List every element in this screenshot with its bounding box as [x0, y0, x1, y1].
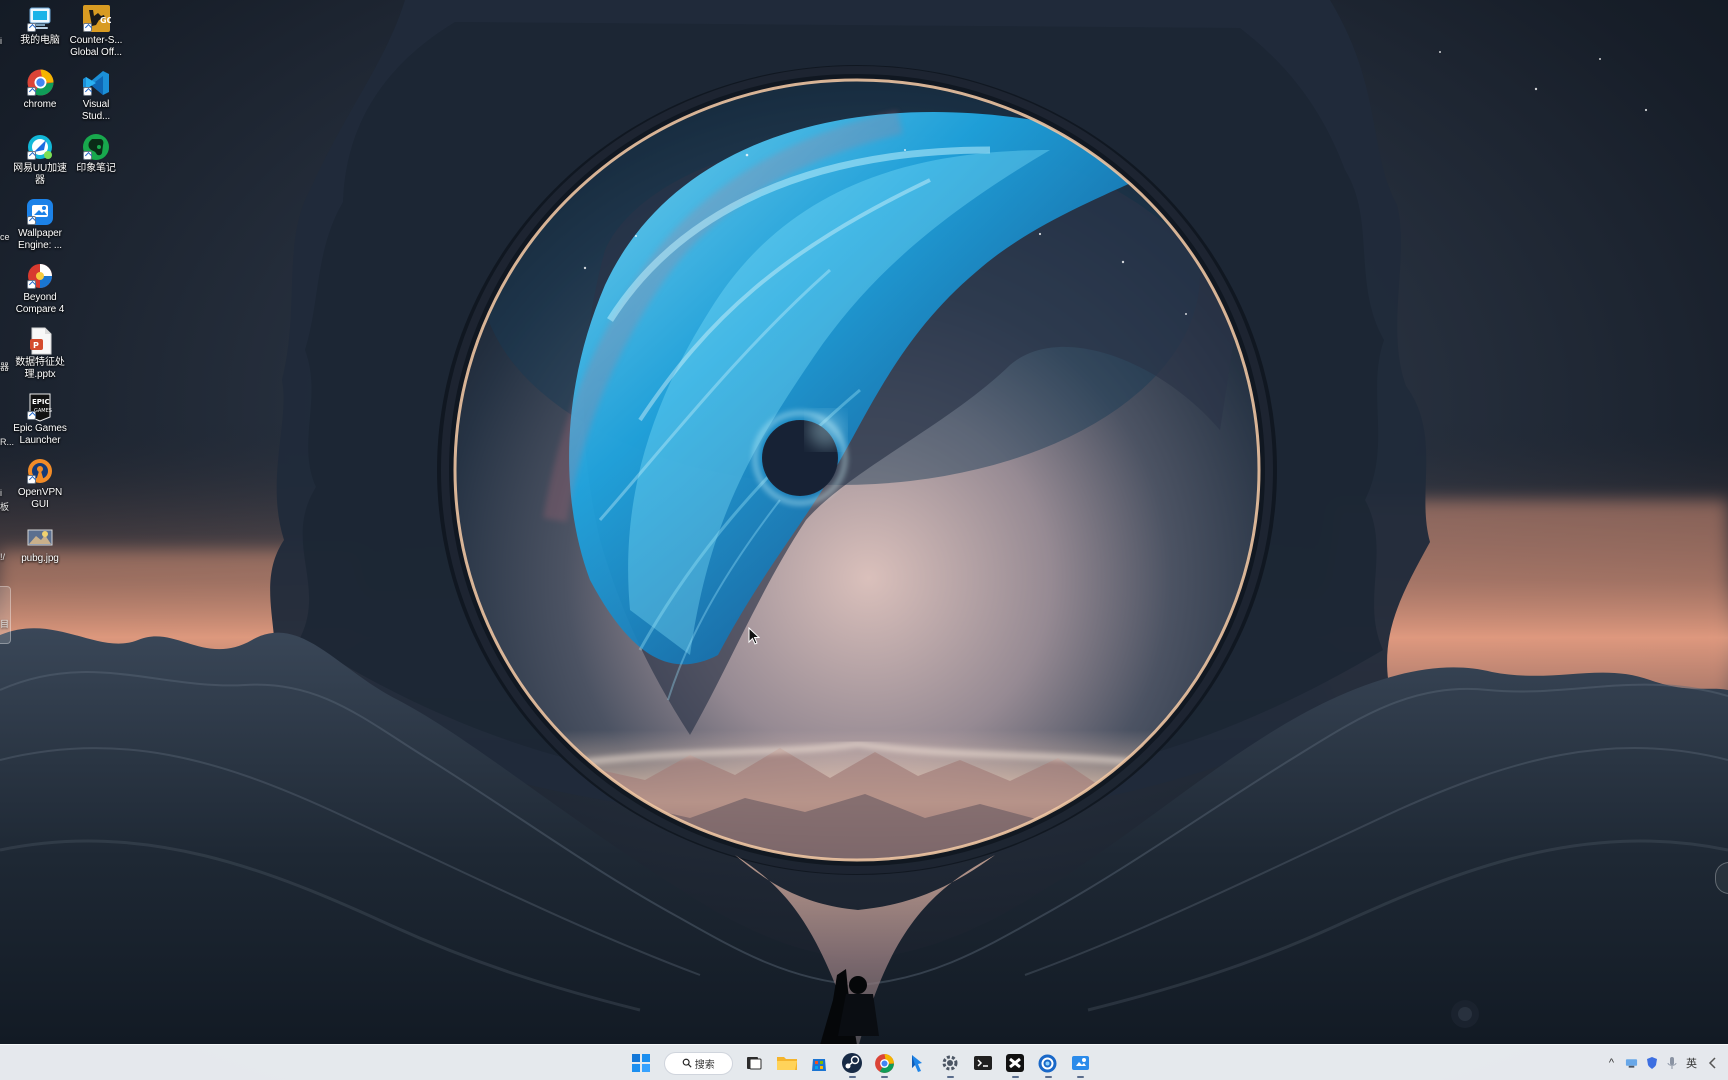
terminal-icon — [973, 1056, 992, 1070]
taskbar-terminal-button[interactable] — [967, 1048, 998, 1079]
desktop-icon-label: pubg.jpg — [21, 553, 59, 564]
left-cut-label: ce — [0, 232, 10, 242]
desktop-icon-label: OpenVPN GUI — [17, 487, 63, 510]
taskbar-browser-circle-button[interactable] — [1033, 1048, 1064, 1079]
shortcut-arrow-icon — [26, 411, 36, 420]
taskbar-settings-button[interactable] — [935, 1048, 966, 1079]
chrome-icon — [875, 1053, 895, 1073]
folder-icon — [776, 1057, 797, 1070]
taskbar-search-label: 搜索 — [694, 1059, 715, 1071]
windows-logo-icon — [632, 1054, 651, 1072]
desktop-icon-label: Counter-S... Global Off... — [69, 35, 123, 58]
security-shield-icon[interactable] — [1645, 1055, 1658, 1071]
taskbar-chrome-button[interactable] — [869, 1048, 900, 1079]
shortcut-arrow-icon — [26, 216, 36, 225]
shortcut-arrow-icon — [26, 280, 36, 289]
shortcut-arrow-icon — [26, 87, 36, 96]
desktop-icon-pptx-file[interactable]: P 数据特征处 理.pptx — [6, 325, 74, 387]
taskbar-store-button[interactable] — [804, 1048, 835, 1079]
shortcut-arrow-icon — [26, 475, 36, 484]
microphone-icon[interactable] — [1665, 1055, 1678, 1071]
settings-gear-icon — [942, 1055, 958, 1071]
shortcut-arrow-icon — [82, 23, 92, 32]
taskbar-task-view-button[interactable] — [739, 1048, 770, 1079]
desktop-screen: i ce 器 R... i 板 !/ 目 我的电脑 GO Counter-S..… — [0, 0, 1728, 1080]
network-icon[interactable] — [1625, 1055, 1638, 1071]
taskbar-capcut-button[interactable] — [1000, 1048, 1031, 1079]
system-tray: ^ 英 — [1609, 1045, 1728, 1080]
left-desktop-handle[interactable] — [0, 586, 11, 644]
desktop-icon-grid: 我的电脑 GO Counter-S... Global Off... chrom… — [6, 3, 130, 578]
taskbar-steam-button[interactable] — [837, 1048, 868, 1079]
left-cut-label: !/ — [0, 552, 6, 562]
desktop-icon-wallpaper-engine[interactable]: Wallpaper Engine: ... — [6, 196, 74, 258]
desktop-icon-label: Visual Stud... — [81, 99, 111, 122]
pin-app-icon — [912, 1055, 923, 1072]
svg-text:P: P — [33, 341, 39, 350]
taskbar: 搜索 ^ 英 — [0, 1044, 1728, 1080]
desktop-icon-label: 数据特征处 理.pptx — [15, 357, 65, 380]
shortcut-arrow-icon — [82, 151, 92, 160]
shortcut-arrow-icon — [82, 87, 92, 96]
shortcut-arrow-icon — [26, 151, 36, 160]
desktop-icon-counter-strike[interactable]: GO Counter-S... Global Off... — [62, 3, 130, 65]
notification-corner-icon[interactable] — [1705, 1055, 1718, 1071]
taskbar-pinned-app-button[interactable] — [902, 1048, 933, 1079]
left-cut-label: i — [0, 488, 2, 498]
wallpaper-portal-landscape — [0, 0, 1728, 1080]
taskbar-file-explorer-button[interactable] — [772, 1048, 803, 1079]
desktop-icon-label: Wallpaper Engine: ... — [18, 228, 62, 251]
browser-circle-icon — [1038, 1054, 1057, 1072]
capcut-icon — [1006, 1054, 1025, 1072]
svg-text:GO: GO — [100, 16, 111, 25]
image-file-icon — [27, 529, 53, 545]
steam-icon — [842, 1053, 863, 1073]
desktop-icon-label: 印象笔记 — [76, 163, 116, 174]
taskbar-start-button[interactable] — [626, 1048, 657, 1079]
desktop-icon-label: Beyond Compare 4 — [15, 292, 65, 315]
left-cut-label: 板 — [0, 502, 10, 512]
desktop-icon-openvpn[interactable]: OpenVPN GUI — [6, 455, 74, 517]
desktop-icon-epic-games[interactable]: EPIC GAMES Epic Games Launcher — [6, 391, 74, 453]
desktop-icon-visual-studio[interactable]: Visual Stud... — [62, 67, 130, 129]
taskbar-search-box[interactable]: 搜索 — [663, 1051, 733, 1075]
svg-text:EPIC: EPIC — [32, 398, 50, 406]
screen-capture-icon — [1072, 1055, 1090, 1070]
desktop-icon-evernote[interactable]: 印象笔记 — [62, 131, 130, 193]
store-icon — [812, 1059, 827, 1071]
left-cut-label: R... — [0, 437, 15, 447]
desktop-icon-beyond-compare[interactable]: Beyond Compare 4 — [6, 260, 74, 322]
taskbar-center-apps: 搜索 — [626, 1045, 1096, 1080]
task-view-icon — [747, 1057, 762, 1070]
pptx-file-icon: P — [29, 327, 51, 354]
left-cut-label: i — [0, 36, 2, 46]
svg-text:GAMES: GAMES — [34, 408, 52, 414]
desktop-icon-image-file[interactable]: pubg.jpg — [6, 521, 74, 583]
taskbar-screen-capture-button[interactable] — [1065, 1048, 1096, 1079]
left-cut-label: 器 — [0, 362, 10, 372]
tray-overflow-chevron[interactable]: ^ — [1605, 1055, 1618, 1071]
search-icon — [682, 1058, 692, 1068]
desktop-icon-label: Epic Games Launcher — [13, 423, 67, 446]
shortcut-arrow-icon — [26, 23, 36, 32]
input-language-indicator[interactable]: 英 — [1685, 1055, 1698, 1071]
